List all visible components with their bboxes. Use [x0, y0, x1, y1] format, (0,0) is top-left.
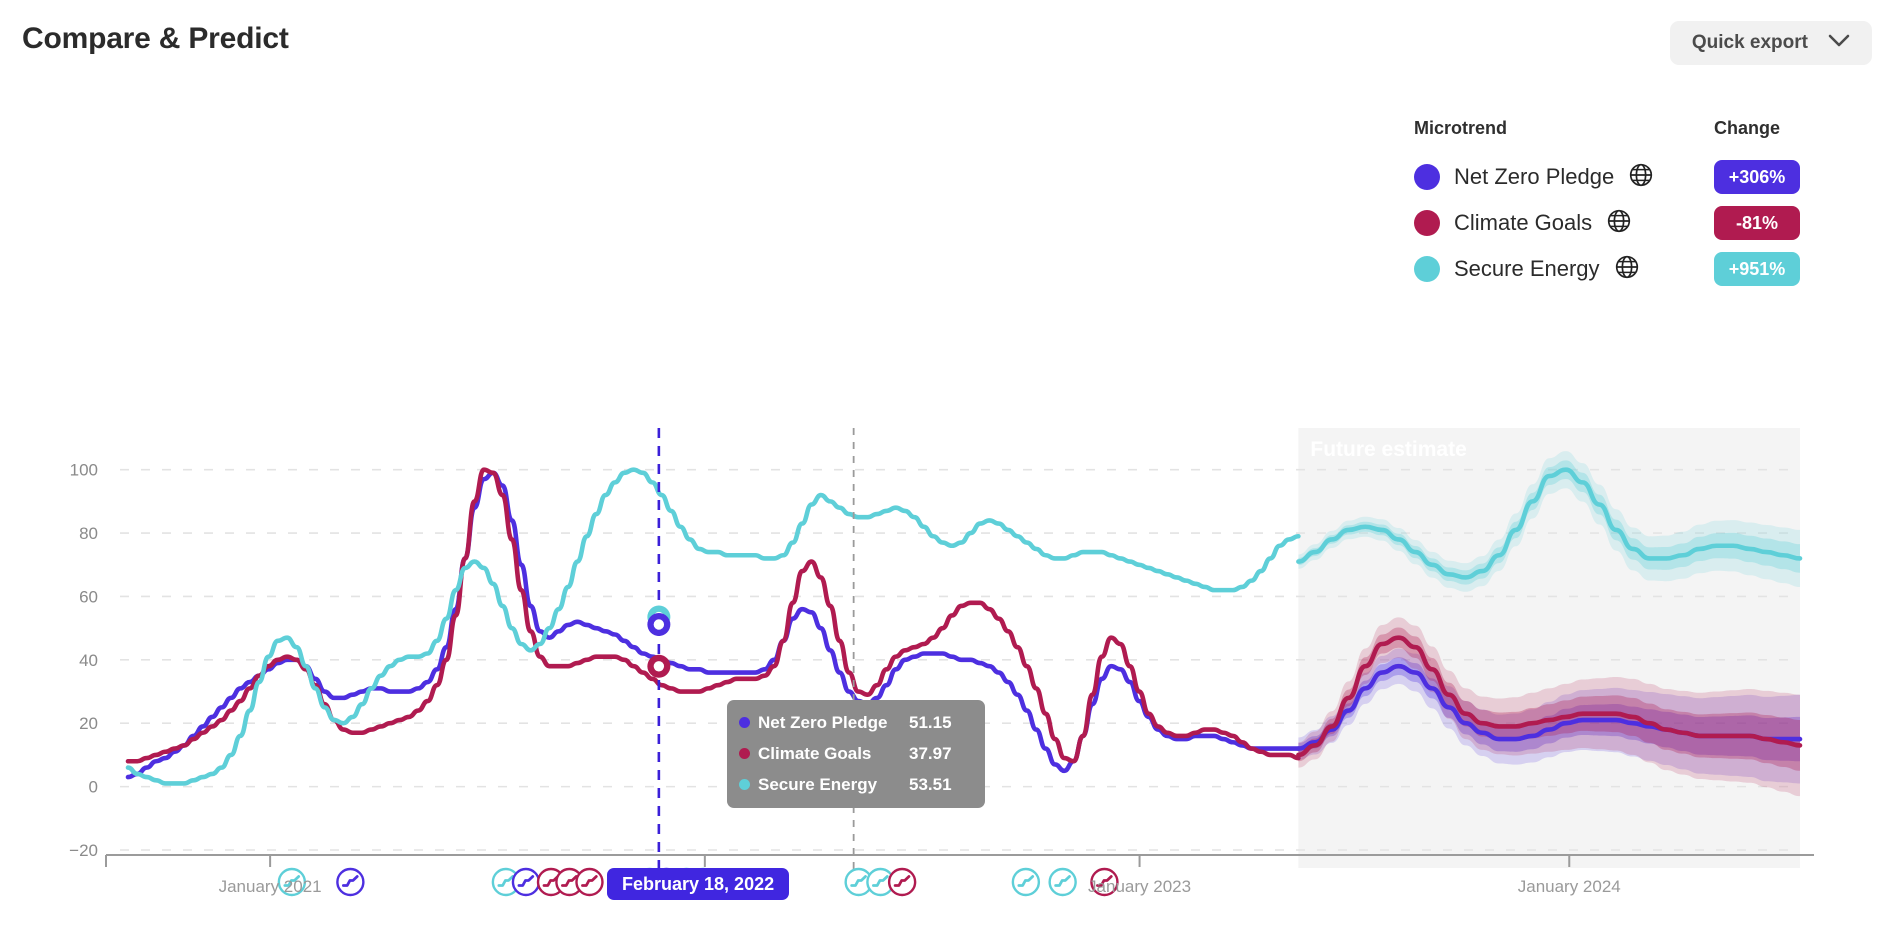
tooltip-series-value: 37.97 [909, 743, 952, 763]
quick-export-button[interactable]: Quick export [1669, 21, 1872, 65]
event-marker-icon[interactable] [336, 867, 365, 897]
series-name-label: Net Zero Pledge [1454, 164, 1615, 189]
globe-icon[interactable] [1614, 254, 1640, 285]
quick-export-label: Quick export [1691, 32, 1808, 53]
event-marker-icon[interactable] [1048, 867, 1077, 897]
change-badge: +306% [1714, 160, 1800, 194]
series-color-swatch [1414, 256, 1440, 282]
series-line[interactable] [125, 470, 1301, 780]
tooltip-series-name: Climate Goals [758, 743, 872, 763]
chart-canvas[interactable]: 100 80 60 40 20 0 −20 Future estimate January 20… [0, 420, 1894, 932]
chevron-down-icon [1828, 34, 1850, 53]
change-badge: +951% [1714, 252, 1800, 286]
legend-col-microtrend: Microtrend [1414, 118, 1508, 138]
legend-header-row: Microtrend Change [1414, 118, 1884, 144]
event-marker-icon[interactable] [511, 867, 541, 897]
tooltip-row: Net Zero Pledge 51.15 [727, 707, 985, 738]
page-title: Compare & Predict [22, 22, 289, 55]
tooltip-series-name: Net Zero Pledge [758, 712, 888, 732]
legend-row-climate-goals[interactable]: Climate Goals -81% [1414, 200, 1884, 246]
x-axis-tick-label: January 2024 [1518, 877, 1621, 896]
legend-row-secure-energy[interactable]: Secure Energy +951% [1414, 246, 1884, 292]
globe-icon[interactable] [1606, 208, 1632, 239]
legend-col-change: Change [1714, 118, 1781, 138]
y-axis-tick-label: 100 [70, 461, 98, 480]
x-axis-tick-label: January 2023 [1088, 877, 1191, 896]
change-badge: -81% [1714, 206, 1800, 240]
series-name-label: Climate Goals [1454, 210, 1593, 235]
series-color-swatch [1414, 164, 1440, 190]
tooltip-series-name: Secure Energy [758, 774, 878, 794]
y-axis-tick-label: 60 [79, 587, 98, 606]
y-axis-tick-label: 20 [79, 714, 98, 733]
y-axis-tick-label: 0 [89, 778, 98, 797]
series-line[interactable] [125, 467, 1301, 786]
tooltip-row: Secure Energy 53.51 [727, 769, 985, 800]
series-legend: Microtrend Change Net Zero Pledge +306% … [1414, 118, 1884, 292]
future-estimate-label: Future estimate [1310, 438, 1466, 461]
x-axis-tick-label: January 2021 [219, 877, 322, 896]
legend-row-net-zero-pledge[interactable]: Net Zero Pledge +306% [1414, 154, 1884, 200]
tooltip-row: Climate Goals 37.97 [727, 738, 985, 769]
y-axis-tick-label: 40 [79, 651, 98, 670]
series-color-dot [739, 748, 750, 759]
cursor-date-pill: February 18, 2022 [607, 868, 790, 900]
event-marker-icon[interactable] [1011, 867, 1041, 897]
tooltip-series-value: 51.15 [909, 712, 952, 732]
tooltip-series-value: 53.51 [909, 774, 952, 794]
series-name-label: Secure Energy [1454, 256, 1600, 281]
series-color-dot [739, 779, 750, 790]
globe-icon[interactable] [1628, 162, 1654, 193]
cursor-point-marker [647, 613, 671, 637]
event-marker-icon[interactable] [575, 867, 604, 897]
y-axis-tick-label: 80 [79, 524, 98, 543]
cursor-point-marker [647, 654, 671, 678]
trend-chart[interactable]: 100 80 60 40 20 0 −20 Future estimate January 20… [0, 420, 1894, 932]
series-color-dot [739, 717, 750, 728]
y-axis-tick-label: −20 [69, 841, 98, 860]
event-marker-icon[interactable] [887, 867, 917, 897]
series-line[interactable] [125, 467, 1301, 764]
hover-tooltip: Net Zero Pledge 51.15 Climate Goals 37.9… [727, 700, 985, 808]
series-color-swatch [1414, 210, 1440, 236]
